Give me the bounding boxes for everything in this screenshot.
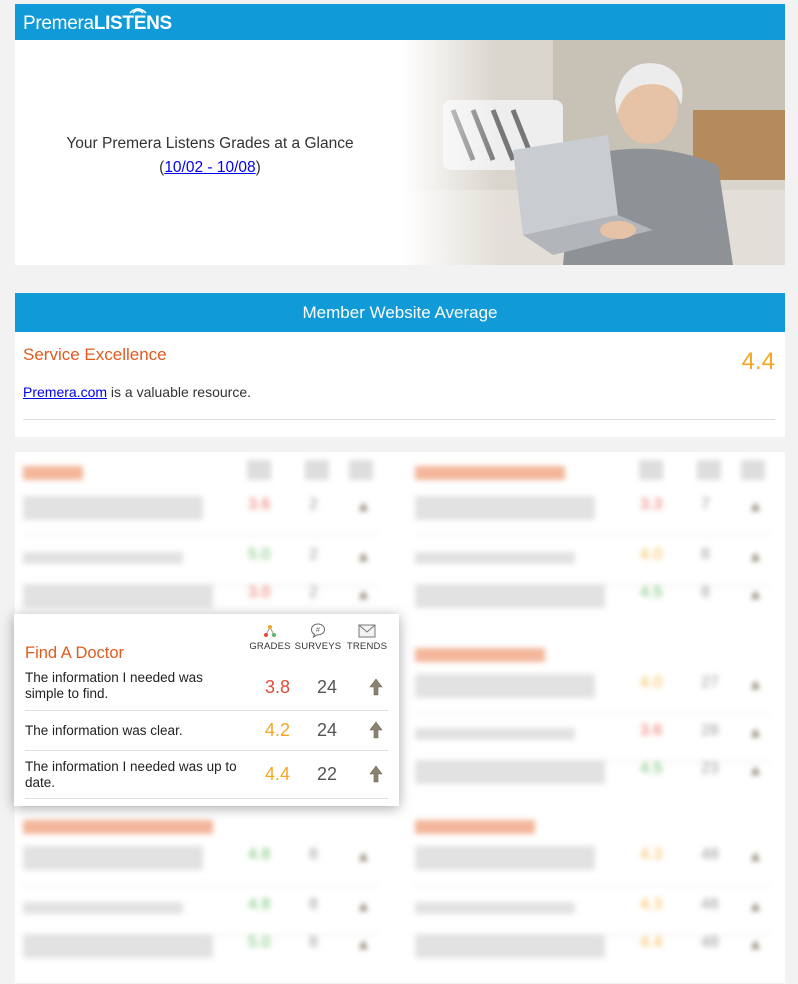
- table-row: The information I needed was up to date.…: [25, 750, 388, 800]
- date-range-link[interactable]: 10/02 - 10/08: [164, 159, 255, 176]
- surveys-column-header: # SURVEYS: [293, 623, 343, 652]
- question-text: The information was clear.: [25, 723, 183, 738]
- hero-banner: Your Premera Listens Grades at a Glance …: [15, 40, 785, 265]
- blurred-section: 4.3 48 ▲ 4.3 48 ▲ 4.4 48 ▲: [407, 814, 777, 984]
- service-excellence-title: Service Excellence: [23, 345, 167, 364]
- survey-count: 24: [317, 720, 338, 740]
- speech-bubble-hash-icon: #: [310, 623, 326, 638]
- blurred-section: 4.8 8 ▲ 4.8 8 ▲ 5.0 8 ▲: [15, 814, 385, 984]
- premera-link[interactable]: Premera.com: [23, 384, 107, 400]
- table-row: The information I needed was simple to f…: [25, 670, 388, 711]
- find-a-doctor-card[interactable]: Find A Doctor GRADES # SURVEYS TRENDS Th…: [14, 614, 399, 806]
- row-divider: [25, 798, 388, 799]
- header-bar: PremeraLISTENS: [15, 4, 785, 40]
- envelope-icon: [358, 624, 376, 638]
- signal-wave-icon: [129, 8, 147, 14]
- premera-listens-logo[interactable]: PremeraLISTENS: [23, 8, 172, 35]
- grade-value: 4.2: [265, 720, 291, 740]
- question-text: The information I needed was simple to f…: [25, 670, 203, 701]
- service-excellence-statement: Premera.com is a valuable resource.: [23, 384, 251, 400]
- survey-count: 22: [317, 764, 338, 784]
- grades-column-header: GRADES: [246, 623, 294, 652]
- member-website-average-title: Member Website Average: [15, 293, 785, 332]
- divider: [23, 419, 775, 420]
- question-text: The information I needed was up to date.: [25, 759, 237, 790]
- hero-heading: Your Premera Listens Grades at a Glance …: [66, 135, 354, 176]
- card-title: Find A Doctor: [25, 644, 125, 662]
- blurred-section: 3.6 2 ▲ 5.0 2 ▲ 3.0 2 ▲: [15, 452, 385, 632]
- grade-value: 3.8: [265, 677, 291, 697]
- grade-value: 4.4: [265, 764, 291, 784]
- blurred-section: 3.3 7 ▲ 4.0 8 ▲ 4.5 8 ▲: [407, 452, 777, 632]
- up-arrow-icon: [369, 678, 383, 696]
- woman-laptop-photo: [403, 40, 785, 265]
- member-website-average-card: Member Website Average Service Excellenc…: [15, 293, 785, 437]
- blurred-section: 4.0 27 ▲ 3.6 28 ▲ 4.5 23 ▲: [407, 642, 777, 802]
- table-row: The information was clear. 4.2 24: [25, 710, 388, 751]
- survey-count: 24: [317, 677, 338, 697]
- up-arrow-icon: [369, 765, 383, 783]
- grades-icon: [264, 625, 276, 637]
- service-excellence-score: 4.4: [741, 348, 775, 375]
- up-arrow-icon: [369, 721, 383, 739]
- trends-column-header: TRENDS: [344, 623, 390, 652]
- svg-text:#: #: [316, 627, 320, 634]
